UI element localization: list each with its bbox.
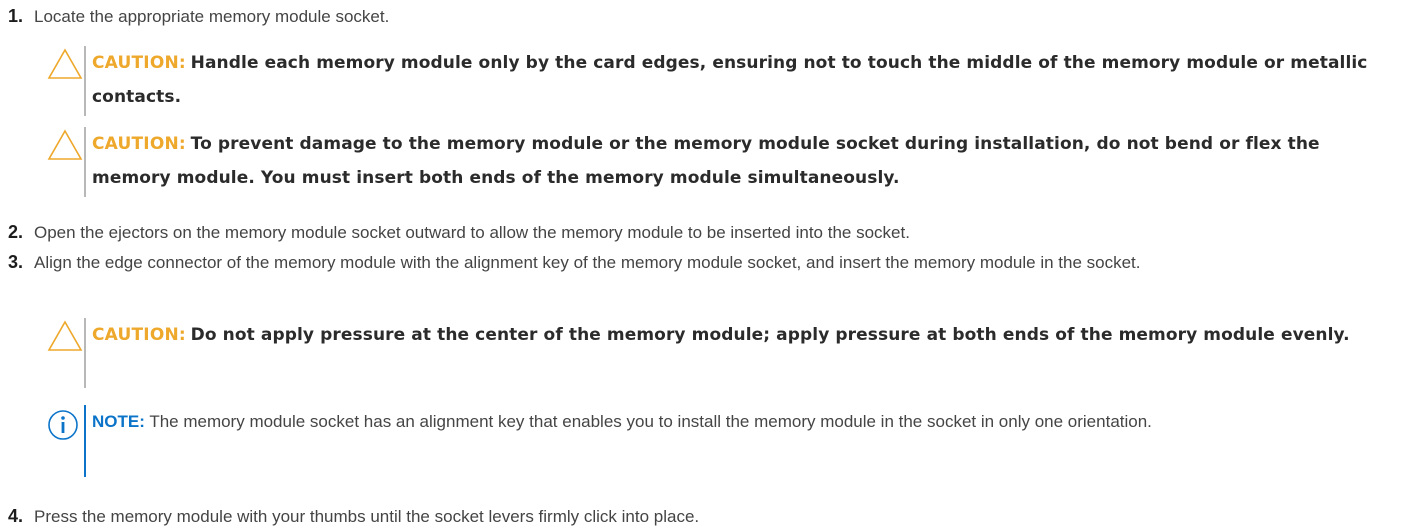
note-label: NOTE: xyxy=(92,412,145,431)
callout-bar xyxy=(84,127,86,197)
note-callout: NOTE: The memory module socket has an al… xyxy=(46,405,1396,477)
callout-bar xyxy=(84,46,86,116)
note-text: NOTE: The memory module socket has an al… xyxy=(92,405,1392,439)
caution-message: To prevent damage to the memory module o… xyxy=(92,134,1320,188)
step-text: Locate the appropriate memory module soc… xyxy=(34,7,390,26)
step-number: 4. xyxy=(8,506,24,526)
callout-bar xyxy=(84,318,86,388)
warning-triangle-icon xyxy=(46,127,84,166)
caution-callout-3: CAUTION: Do not apply pressure at the ce… xyxy=(46,318,1396,388)
caution-label: CAUTION: xyxy=(92,325,186,345)
caution-label: CAUTION: xyxy=(92,134,186,154)
step-text: Align the edge connector of the memory m… xyxy=(34,253,1141,272)
step-number: 1. xyxy=(8,6,24,26)
caution-text: CAUTION: To prevent damage to the memory… xyxy=(92,127,1392,195)
step-text: Press the memory module with your thumbs… xyxy=(34,507,700,526)
warning-triangle-icon xyxy=(46,46,84,85)
caution-message: Do not apply pressure at the center of t… xyxy=(190,325,1350,345)
caution-callout-1: CAUTION: Handle each memory module only … xyxy=(46,46,1396,116)
caution-callout-2: CAUTION: To prevent damage to the memory… xyxy=(46,127,1396,197)
info-circle-icon xyxy=(46,408,80,447)
warning-triangle-icon xyxy=(46,318,84,357)
step-number: 2. xyxy=(8,222,24,242)
callout-bar xyxy=(84,405,86,477)
step-text: Open the ejectors on the memory module s… xyxy=(34,223,910,242)
caution-text: CAUTION: Handle each memory module only … xyxy=(92,46,1392,114)
note-message: The memory module socket has an alignmen… xyxy=(149,412,1152,431)
step-number: 3. xyxy=(8,252,24,272)
caution-label: CAUTION: xyxy=(92,53,186,73)
caution-text: CAUTION: Do not apply pressure at the ce… xyxy=(92,318,1392,352)
caution-message: Handle each memory module only by the ca… xyxy=(92,53,1368,107)
